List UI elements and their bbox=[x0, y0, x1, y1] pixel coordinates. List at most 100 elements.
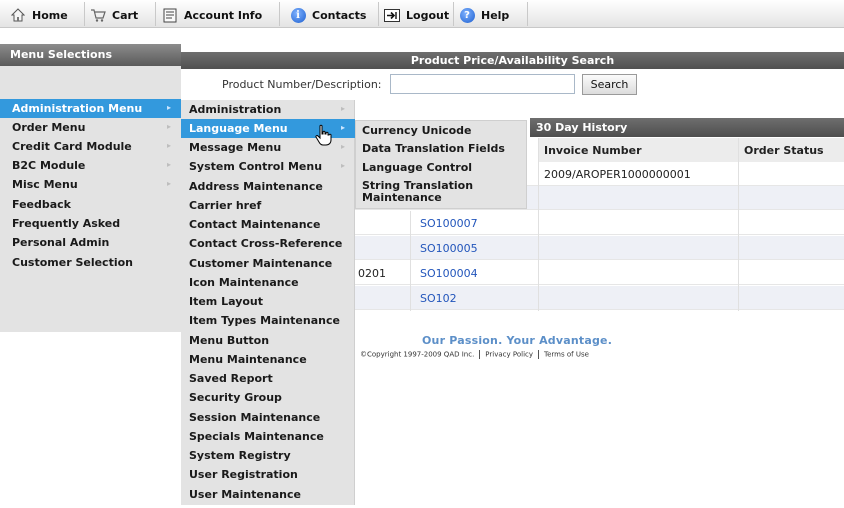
date-cell: 0201 bbox=[358, 267, 386, 280]
nav-home[interactable]: Home bbox=[10, 6, 68, 24]
table-row: SO100005 bbox=[355, 236, 844, 260]
search-label: Product Number/Description: bbox=[222, 78, 382, 91]
chevron-right-icon: ▸ bbox=[340, 161, 345, 170]
submenu-item-saved-report[interactable]: Saved Report bbox=[181, 369, 355, 388]
submenu-item-label: Language Control bbox=[362, 161, 473, 174]
chevron-right-icon: ▸ bbox=[340, 104, 345, 113]
submenu-item-security-group[interactable]: Security Group bbox=[181, 388, 355, 407]
language-submenu: Currency Unicode Data Translation Fields… bbox=[355, 120, 527, 209]
submenu-item-label: Currency Unicode bbox=[362, 124, 472, 137]
submenu-item-label: Menu Maintenance bbox=[189, 353, 307, 366]
sidebar-item-customer-selection[interactable]: Customer Selection bbox=[0, 253, 181, 272]
sidebar-item-b2c-module[interactable]: B2C Module ▸ bbox=[0, 156, 181, 175]
nav-divider bbox=[279, 2, 280, 26]
order-link[interactable]: SO102 bbox=[420, 292, 457, 305]
sidebar-item-label: Order Menu bbox=[12, 121, 86, 134]
submenu-item-label: User Maintenance bbox=[189, 488, 301, 501]
submenu-item-label: Session Maintenance bbox=[189, 411, 321, 424]
submenu-item-item-layout[interactable]: Item Layout bbox=[181, 292, 355, 311]
submenu-item-label: System Control Menu bbox=[189, 160, 323, 173]
submenu-item-address-maintenance[interactable]: Address Maintenance bbox=[181, 177, 355, 196]
submenu-item-data-translation-fields[interactable]: Data Translation Fields bbox=[356, 141, 526, 159]
info-icon: i bbox=[290, 7, 306, 23]
sidebar-item-administration-menu[interactable]: Administration Menu ▸ bbox=[0, 99, 181, 118]
column-divider bbox=[410, 211, 411, 311]
menu-selections-header: Menu Selections bbox=[0, 44, 181, 66]
administration-submenu: Administration ▸ Language Menu ▸ Message M… bbox=[181, 100, 355, 505]
submenu-item-system-control-menu[interactable]: System Control Menu ▸ bbox=[181, 157, 355, 176]
nav-cart[interactable]: Cart bbox=[90, 6, 138, 24]
nav-divider bbox=[155, 2, 156, 26]
sidebar-item-personal-admin[interactable]: Personal Admin bbox=[0, 233, 181, 252]
submenu-item-administration[interactable]: Administration ▸ bbox=[181, 100, 355, 119]
nav-contacts[interactable]: i Contacts bbox=[290, 6, 366, 24]
order-link[interactable]: SO100007 bbox=[420, 217, 478, 230]
submenu-item-label: Message Menu bbox=[189, 141, 282, 154]
sidebar-item-feedback[interactable]: Feedback bbox=[0, 195, 181, 214]
sidebar-item-label: Misc Menu bbox=[12, 178, 78, 191]
sidebar-item-frequently-asked[interactable]: Frequently Asked bbox=[0, 214, 181, 233]
order-status-column-header: Order Status bbox=[738, 138, 844, 162]
footer-copyright: ©Copyright 1997-2009 QAD Inc. Privacy Pol… bbox=[360, 350, 589, 359]
cart-icon bbox=[90, 7, 106, 23]
column-divider bbox=[538, 138, 539, 311]
submenu-item-icon-maintenance[interactable]: Icon Maintenance bbox=[181, 273, 355, 292]
submenu-item-label: Contact Cross-Reference bbox=[189, 237, 343, 250]
nav-divider bbox=[84, 2, 85, 26]
order-link[interactable]: SO100005 bbox=[420, 242, 478, 255]
submenu-item-label: Contact Maintenance bbox=[189, 218, 321, 231]
nav-logout[interactable]: Logout bbox=[384, 6, 449, 24]
nav-account-info[interactable]: Account Info bbox=[162, 6, 262, 24]
chevron-right-icon: ▸ bbox=[340, 142, 345, 151]
help-icon: ? bbox=[459, 7, 475, 23]
product-search-input[interactable] bbox=[390, 74, 575, 94]
table-row: SO100007 bbox=[355, 211, 844, 235]
history-header: 30 Day History bbox=[530, 118, 844, 137]
submenu-item-contact-maintenance[interactable]: Contact Maintenance bbox=[181, 215, 355, 234]
nav-divider bbox=[378, 2, 379, 26]
submenu-item-label: Customer Maintenance bbox=[189, 257, 333, 270]
submenu-item-label: Address Maintenance bbox=[189, 180, 323, 193]
top-navigation-bar: Home Cart Account Info i Contacts Logout… bbox=[0, 0, 844, 28]
sidebar-item-misc-menu[interactable]: Misc Menu ▸ bbox=[0, 175, 181, 194]
submenu-item-system-registry[interactable]: System Registry bbox=[181, 446, 355, 465]
sidebar-item-order-menu[interactable]: Order Menu ▸ bbox=[0, 118, 181, 137]
sidebar-item-credit-card-module[interactable]: Credit Card Module ▸ bbox=[0, 137, 181, 156]
submenu-item-specials-maintenance[interactable]: Specials Maintenance bbox=[181, 427, 355, 446]
submenu-item-session-maintenance[interactable]: Session Maintenance bbox=[181, 408, 355, 427]
submenu-item-contact-cross-reference[interactable]: Contact Cross-Reference bbox=[181, 234, 355, 253]
nav-help[interactable]: ? Help bbox=[459, 6, 509, 24]
sidebar-item-label: Frequently Asked bbox=[12, 217, 121, 230]
submenu-item-menu-button[interactable]: Menu Button bbox=[181, 331, 355, 350]
submenu-item-label: Security Group bbox=[189, 391, 282, 404]
submenu-item-language-control[interactable]: Language Control bbox=[356, 160, 526, 178]
chevron-right-icon: ▸ bbox=[166, 160, 171, 169]
submenu-item-customer-maintenance[interactable]: Customer Maintenance bbox=[181, 254, 355, 273]
home-icon bbox=[10, 7, 26, 23]
nav-logout-label: Logout bbox=[406, 8, 450, 22]
hand-cursor-icon bbox=[315, 124, 332, 146]
sidebar-item-label: Customer Selection bbox=[12, 256, 133, 269]
privacy-policy-link[interactable]: Privacy Policy bbox=[485, 351, 533, 359]
account-icon bbox=[162, 7, 178, 23]
submenu-item-user-maintenance[interactable]: User Maintenance bbox=[181, 485, 355, 504]
submenu-item-label: Item Types Maintenance bbox=[189, 314, 340, 327]
table-row: SO102 bbox=[355, 286, 844, 310]
sidebar-item-label: Feedback bbox=[12, 198, 71, 211]
submenu-item-carrier-href[interactable]: Carrier href bbox=[181, 196, 355, 215]
submenu-item-label: Administration bbox=[189, 103, 282, 116]
submenu-item-label: System Registry bbox=[189, 449, 291, 462]
submenu-item-label: Menu Button bbox=[189, 334, 270, 347]
submenu-item-currency-unicode[interactable]: Currency Unicode bbox=[356, 123, 526, 141]
invoice-number-column-header: Invoice Number bbox=[538, 138, 738, 162]
order-link[interactable]: SO100004 bbox=[420, 267, 478, 280]
submenu-item-user-registration[interactable]: User Registration bbox=[181, 465, 355, 484]
search-button[interactable]: Search bbox=[582, 74, 637, 95]
product-search-header: Product Price/Availability Search bbox=[181, 52, 844, 69]
submenu-item-string-translation-maintenance[interactable]: String Translation Maintenance bbox=[356, 179, 526, 207]
terms-of-use-link[interactable]: Terms of Use bbox=[544, 351, 589, 359]
submenu-item-label: String Translation Maintenance bbox=[362, 179, 474, 204]
nav-divider bbox=[453, 2, 454, 26]
submenu-item-menu-maintenance[interactable]: Menu Maintenance bbox=[181, 350, 355, 369]
submenu-item-item-types-maintenance[interactable]: Item Types Maintenance bbox=[181, 311, 355, 330]
